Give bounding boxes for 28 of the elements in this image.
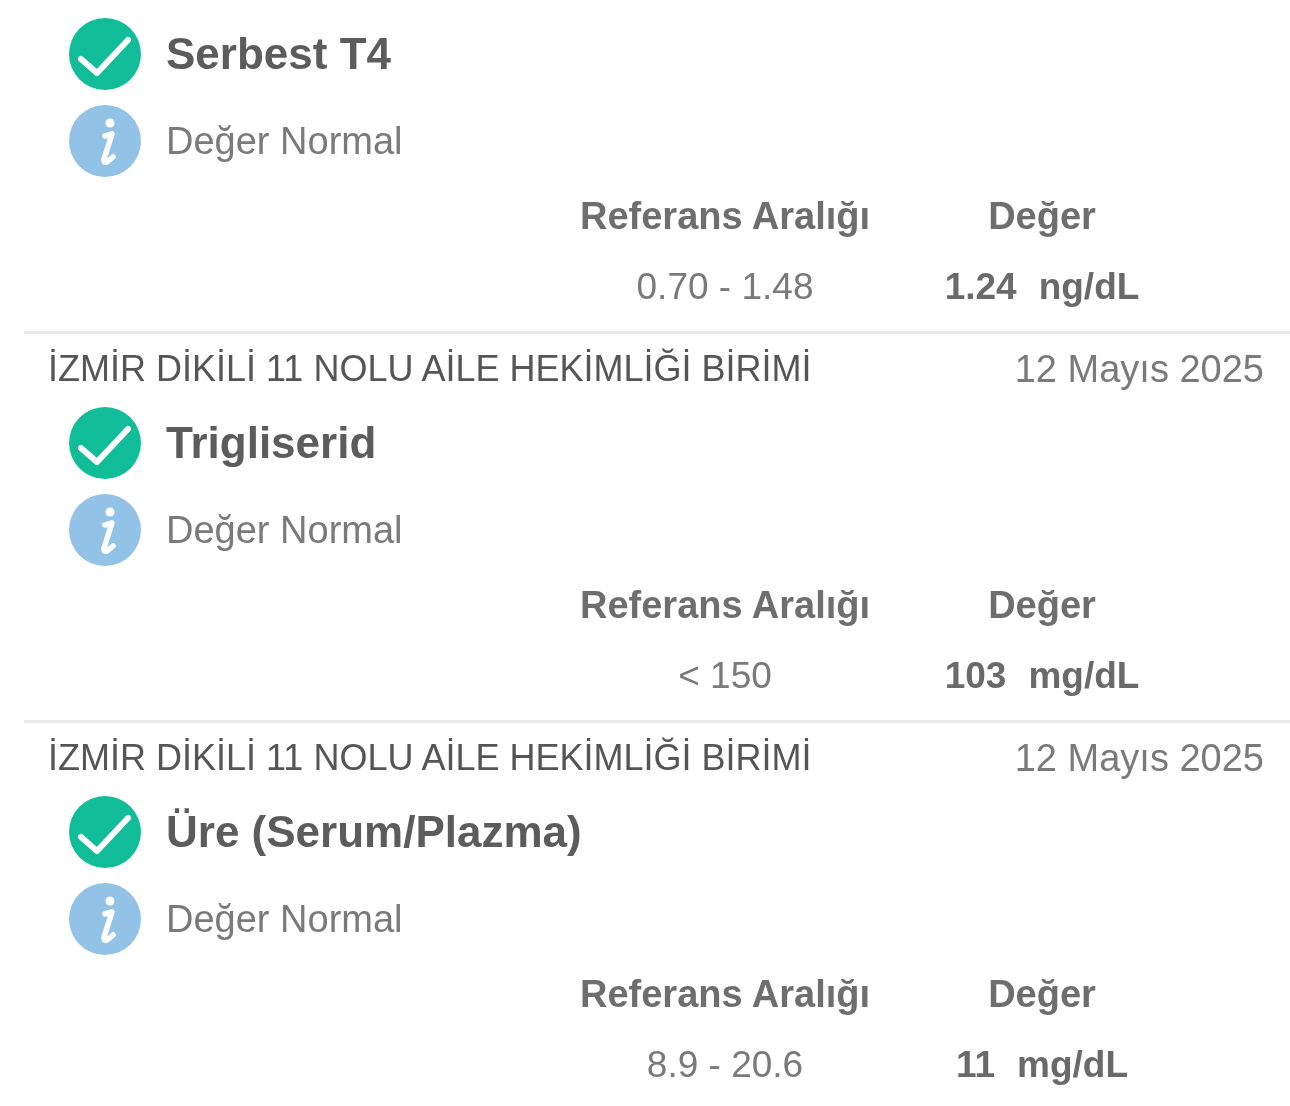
reference-range: < 150	[678, 656, 772, 696]
status-text: Değer Normal	[166, 897, 403, 941]
institution-name: İZMİR DİKİLİ 11 NOLU AİLE HEKİMLİĞİ BİRİMİ	[48, 737, 812, 779]
institution-name: İZMİR DİKİLİ 11 NOLU AİLE HEKİMLİĞİ BİRİMİ	[48, 348, 812, 390]
column-header: Referans Aralığı	[580, 194, 870, 238]
info-icon	[69, 883, 141, 955]
result-unit: ng/dL	[1038, 267, 1140, 307]
test-name: Üre (Serum/Plazma)	[166, 807, 582, 857]
test-name: Serbest T4	[166, 29, 391, 79]
reference-range: 0.70 - 1.48	[636, 267, 814, 307]
result-unit: mg/dL	[1028, 656, 1140, 696]
reference-range: 8.9 - 20.6	[646, 1045, 804, 1085]
result-value: 103	[944, 656, 1007, 696]
info-icon	[69, 494, 141, 566]
result-unit: mg/dL	[1017, 1045, 1129, 1085]
info-icon	[69, 105, 141, 177]
column-header: Değer	[988, 194, 1096, 238]
column-header: Değer	[988, 583, 1096, 627]
column-header: Referans Aralığı	[580, 583, 870, 627]
result-value: 1.24	[944, 267, 1017, 307]
status-text: Değer Normal	[166, 508, 403, 552]
column-header: Değer	[988, 972, 1096, 1016]
result-value: 11	[955, 1045, 996, 1085]
result-date: 12 Mayıs 2025	[1014, 347, 1264, 391]
test-name: Trigliserid	[166, 418, 377, 468]
result-date: 12 Mayıs 2025	[1014, 736, 1264, 780]
column-header: Referans Aralığı	[580, 972, 870, 1016]
status-text: Değer Normal	[166, 119, 403, 163]
